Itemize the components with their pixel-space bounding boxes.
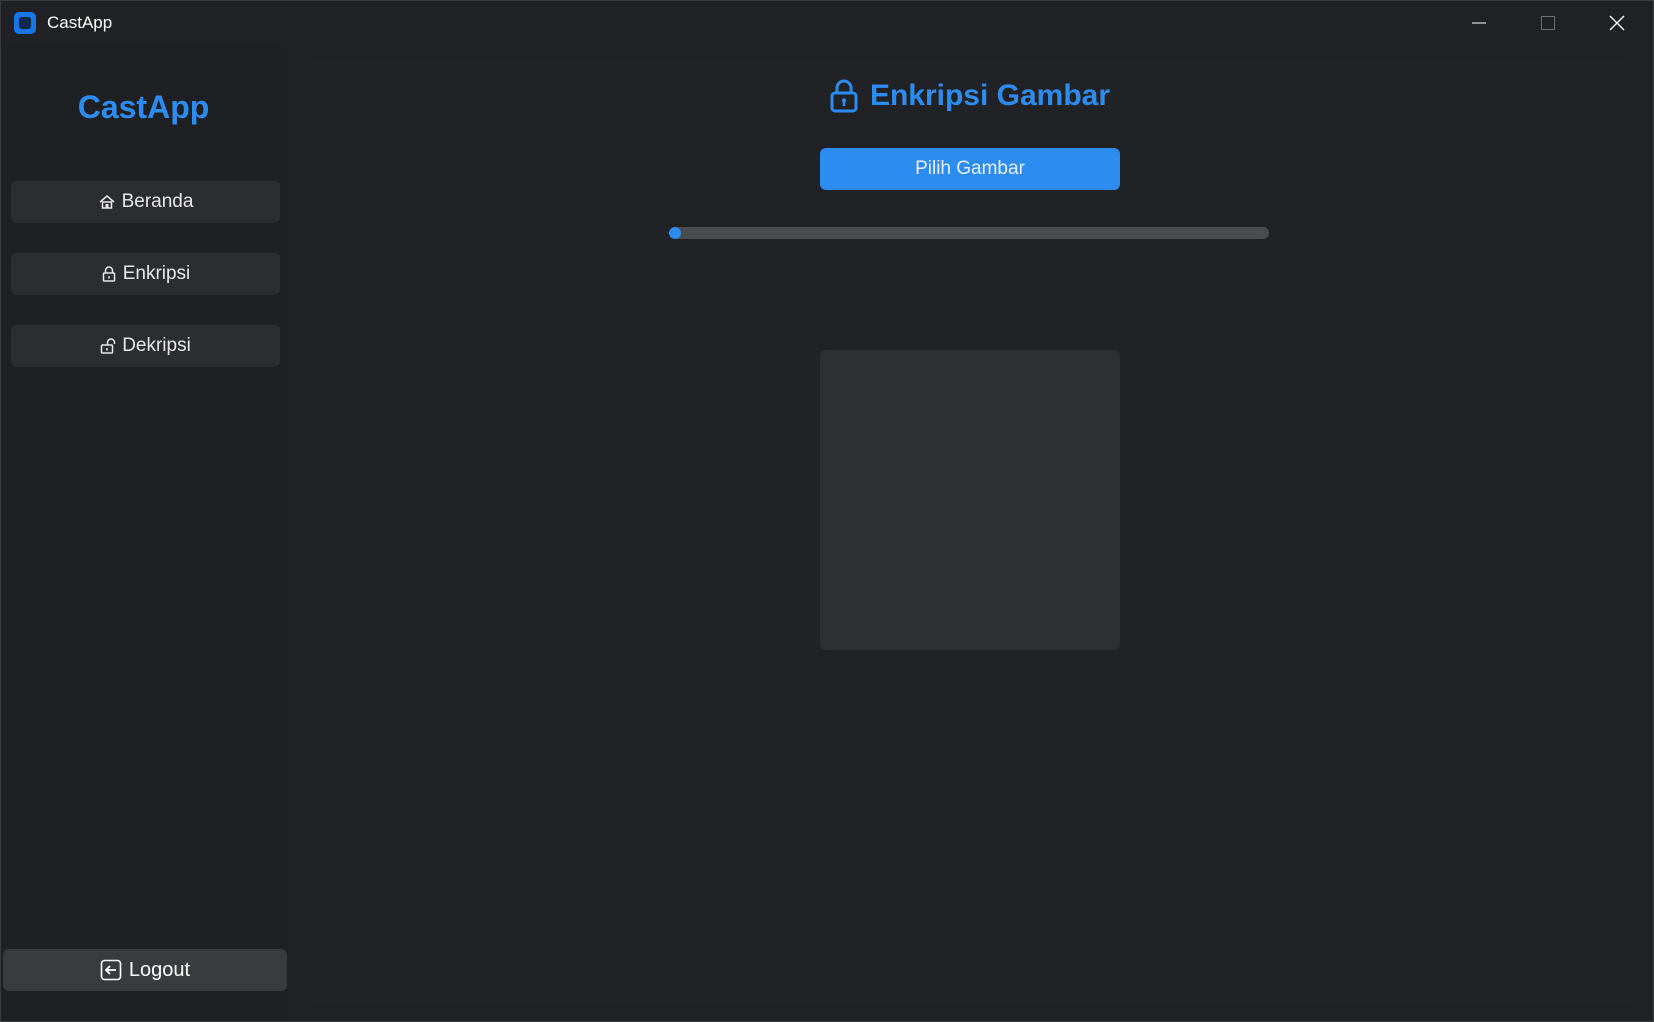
sidebar-item-label: Enkripsi: [122, 263, 191, 284]
image-preview-area: [820, 350, 1120, 650]
sidebar-item-dekripsi[interactable]: Dekripsi: [11, 325, 280, 367]
sidebar-item-label: Beranda: [121, 191, 194, 212]
maximize-icon: [1541, 16, 1555, 30]
sidebar: CastApp Beranda Enkripsi Dekripsi Logout: [1, 45, 287, 1021]
lock-icon: [102, 266, 115, 282]
sidebar-brand: CastApp: [77, 89, 210, 125]
lock-icon: [830, 79, 858, 113]
minimize-icon: [1472, 22, 1486, 24]
unlock-icon: [100, 338, 116, 354]
logout-icon: [100, 959, 122, 981]
close-icon: [1609, 15, 1625, 31]
home-icon: [99, 195, 115, 209]
app-window: CastApp CastApp Beranda Enkripsi Dekrips…: [0, 0, 1654, 1022]
minimize-button[interactable]: [1445, 1, 1513, 45]
logout-button[interactable]: Logout: [3, 949, 287, 991]
page-title: Enkripsi Gambar: [303, 79, 1637, 113]
title-bar: CastApp: [1, 1, 1653, 45]
close-button[interactable]: [1583, 1, 1651, 45]
progress-bar: [669, 227, 1269, 239]
main-panel: Enkripsi Gambar Pilih Gambar: [303, 61, 1637, 1004]
sidebar-item-beranda[interactable]: Beranda: [11, 181, 280, 223]
sidebar-item-enkripsi[interactable]: Enkripsi: [11, 253, 280, 295]
page-title-text: Enkripsi Gambar: [869, 79, 1111, 112]
app-logo-icon: [14, 12, 36, 34]
window-title: CastApp: [47, 13, 113, 32]
progress-fill: [669, 227, 681, 239]
sidebar-item-label: Dekripsi: [122, 335, 191, 356]
logout-label: Logout: [128, 958, 191, 981]
maximize-button[interactable]: [1514, 1, 1582, 45]
pick-image-button[interactable]: Pilih Gambar: [820, 148, 1120, 190]
